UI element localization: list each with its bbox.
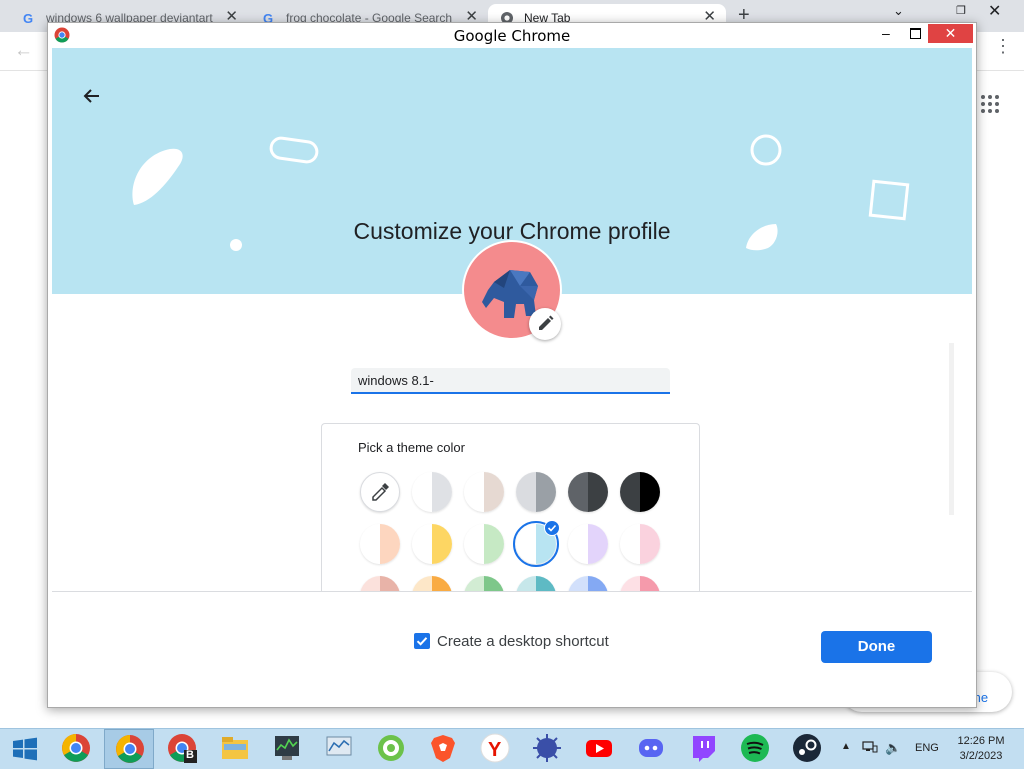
restore-icon[interactable]: ❐ (956, 4, 966, 17)
taskbar-app-youtube[interactable] (574, 729, 624, 769)
theme-swatch-salmon[interactable] (620, 576, 660, 592)
taskbar-app-file-explorer[interactable] (210, 729, 260, 769)
bug-icon (533, 734, 561, 762)
theme-swatch-rose[interactable] (360, 576, 400, 592)
taskbar-app-spotify[interactable] (730, 729, 780, 769)
theme-swatch-warm-grey[interactable] (464, 472, 504, 512)
spotify-icon (741, 734, 769, 762)
maximize-icon[interactable] (910, 28, 921, 39)
done-button[interactable]: Done (821, 631, 932, 663)
svg-text:G: G (23, 11, 33, 25)
dialog-titlebar: Google Chrome – ✕ (48, 23, 976, 47)
windows-start-icon[interactable] (12, 737, 38, 761)
network-icon[interactable] (862, 740, 878, 754)
decorative-shape (132, 148, 183, 205)
svg-text:Y: Y (488, 739, 502, 761)
taskbar-app-yandex[interactable]: Y (470, 729, 520, 769)
decorative-shape (868, 179, 910, 221)
taskbar-app-twitch[interactable] (678, 729, 728, 769)
theme-swatch-black[interactable] (620, 472, 660, 512)
theme-swatch-yellow[interactable] (412, 524, 452, 564)
system-clock[interactable]: 12:26 PM 3/2/2023 (950, 734, 1012, 764)
chevron-down-icon[interactable]: ⌄ (893, 3, 904, 19)
minimize-icon[interactable]: – (882, 25, 890, 41)
taskbar-app-resource-monitor[interactable] (314, 729, 364, 769)
menu-dots-icon[interactable]: ⋮ (994, 37, 1012, 55)
theme-swatch-pink[interactable] (620, 524, 660, 564)
theme-swatch-white[interactable] (412, 472, 452, 512)
eyedropper-icon (372, 483, 389, 501)
taskbar-app-greenshot[interactable] (366, 729, 416, 769)
color-picker-button[interactable] (360, 472, 400, 512)
yandex-icon: Y (480, 733, 510, 763)
show-hidden-icons-icon[interactable]: ▲ (841, 741, 851, 752)
theme-color-picker: Pick a theme color (321, 423, 700, 592)
theme-swatch-dark-slate[interactable] (568, 472, 608, 512)
discord-icon (639, 739, 663, 757)
taskbar-app-chrome[interactable] (51, 729, 101, 769)
theme-swatch-periwinkle[interactable] (568, 576, 608, 592)
taskbar-app-task-manager[interactable] (262, 729, 312, 769)
close-dialog-button[interactable]: ✕ (928, 24, 973, 43)
scrollbar[interactable] (949, 343, 954, 515)
volume-icon[interactable]: 🔈 (885, 740, 901, 756)
customize-profile-dialog: Google Chrome – ✕ Customize your Chrome … (47, 22, 977, 708)
file-explorer-icon (222, 737, 248, 759)
brave-icon (431, 735, 455, 762)
taskbar-app-chrome[interactable] (104, 729, 154, 769)
taskbar: B Y ▲ 🔈 ENG 12:26 PM 3/2/2023 (0, 728, 1024, 769)
back-arrow-icon[interactable]: ← (14, 40, 33, 62)
selected-check-icon (544, 520, 560, 536)
resource-monitor-icon (326, 736, 352, 756)
greenshot-icon (378, 735, 404, 761)
taskbar-app-brave[interactable] (418, 729, 468, 769)
desktop-shortcut-label[interactable]: Create a desktop shortcut (437, 633, 609, 650)
chrome-icon (62, 734, 90, 762)
theme-swatch-teal[interactable] (516, 576, 556, 592)
taskbar-app-bug[interactable] (522, 729, 572, 769)
youtube-icon (586, 740, 612, 757)
theme-swatch-peach[interactable] (360, 524, 400, 564)
checkmark-icon (416, 637, 428, 646)
edit-avatar-button[interactable] (529, 308, 561, 340)
taskbar-app-steam[interactable] (782, 729, 832, 769)
twitch-icon (693, 736, 715, 762)
google-g-icon: G (23, 11, 33, 25)
close-window-icon[interactable]: ✕ (988, 1, 1001, 21)
theme-picker-title: Pick a theme color (358, 440, 465, 455)
back-arrow-icon[interactable] (80, 84, 104, 108)
taskbar-app-chrome-profile-b[interactable]: B (157, 729, 207, 769)
theme-swatch-green[interactable] (464, 524, 504, 564)
decorative-shape (269, 136, 319, 164)
clock-date: 3/2/2023 (959, 750, 1003, 762)
decorative-shape (750, 134, 782, 166)
profile-badge: B (186, 749, 194, 761)
theme-swatch-grey[interactable] (516, 472, 556, 512)
window-title: Google Chrome (453, 27, 571, 45)
desktop-shortcut-checkbox[interactable] (414, 633, 430, 649)
task-manager-icon (275, 736, 299, 760)
apps-grid-icon[interactable] (981, 95, 999, 113)
taskbar-app-discord[interactable] (626, 729, 676, 769)
language-indicator[interactable]: ENG (915, 742, 939, 754)
chrome-icon (116, 735, 144, 763)
profile-name-input[interactable] (351, 368, 670, 394)
theme-swatch-lavender[interactable] (568, 524, 608, 564)
pencil-icon (539, 315, 554, 330)
theme-swatch-sage[interactable] (464, 576, 504, 592)
divider (52, 591, 972, 592)
clock-time: 12:26 PM (957, 735, 1005, 747)
steam-icon (793, 734, 821, 762)
theme-swatch-orange[interactable] (412, 576, 452, 592)
